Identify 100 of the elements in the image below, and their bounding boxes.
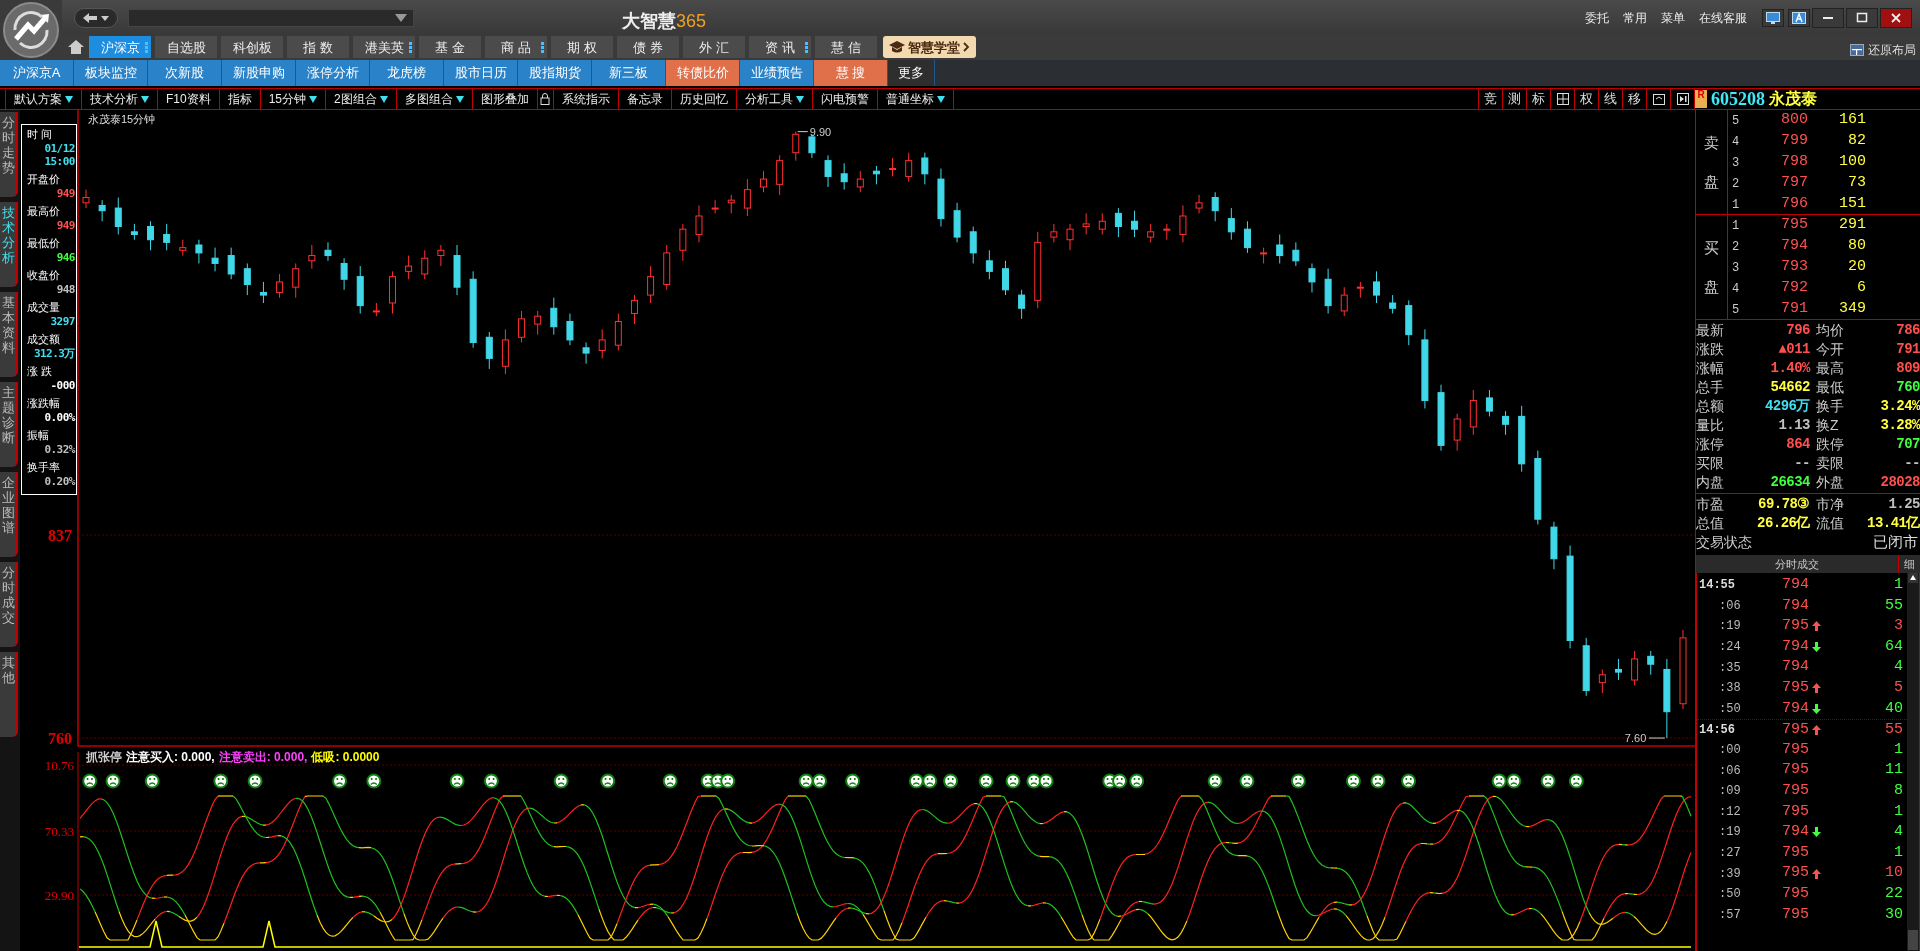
up-arrow-icon xyxy=(1811,621,1821,632)
font-button[interactable] xyxy=(1788,8,1810,27)
market-tab[interactable]: 商 品 xyxy=(485,36,547,58)
monitor-button[interactable] xyxy=(1762,8,1784,27)
toolbar-button[interactable]: 图形叠加 xyxy=(472,89,538,109)
menu-dots-icon xyxy=(409,42,412,53)
sub-tab[interactable]: 次新股 xyxy=(148,60,222,86)
quote-value: 69.78③ xyxy=(1757,495,1810,514)
order-price: 795 xyxy=(1780,215,1808,236)
monitor-icon xyxy=(1766,11,1780,24)
candle xyxy=(1582,637,1590,697)
sub-tab[interactable]: 龙虎榜 xyxy=(370,60,444,86)
market-tab[interactable]: 港美英 xyxy=(353,36,415,58)
side-tab[interactable]: 分时走势 xyxy=(0,112,18,197)
candle xyxy=(582,342,590,365)
tick-price: 794 xyxy=(1781,636,1809,657)
side-tab[interactable]: 主题诊断 xyxy=(0,382,18,467)
market-tab[interactable]: 债 券 xyxy=(617,36,679,58)
tick-time: :57 xyxy=(1718,906,1742,924)
candle xyxy=(356,265,364,315)
academy-button[interactable]: 智慧学堂 xyxy=(883,36,976,58)
market-tab[interactable]: 期 权 xyxy=(551,36,613,58)
chart-tool-button[interactable]: 移 xyxy=(1623,89,1647,109)
top-link[interactable]: 常用 xyxy=(1616,8,1654,27)
side-tab[interactable]: 其他 xyxy=(0,652,18,737)
restore-layout-button[interactable]: 还原布局 xyxy=(1868,41,1916,59)
close-button[interactable] xyxy=(1880,7,1912,28)
quote-value: 707 xyxy=(1895,435,1920,454)
candle xyxy=(437,244,445,267)
market-tab[interactable]: 慧 信 xyxy=(815,36,877,58)
sub-tab[interactable]: 更多 xyxy=(888,60,935,86)
market-tab[interactable]: 沪深京 xyxy=(89,36,151,58)
quote-value: 3.28% xyxy=(1879,416,1920,435)
sub-tab[interactable]: 股市日历 xyxy=(444,60,518,86)
order-price: 792 xyxy=(1780,278,1808,299)
order-volume: 151 xyxy=(1838,194,1866,215)
side-tab[interactable]: 基本资料 xyxy=(0,292,18,377)
market-tab[interactable]: 资 讯 xyxy=(749,36,811,58)
market-tab[interactable]: 指 数 xyxy=(287,36,349,58)
sub-tab[interactable]: 沪深京A xyxy=(0,60,74,86)
candle xyxy=(227,247,235,280)
quote-value: 796 xyxy=(1785,321,1810,340)
toolbar-button[interactable]: 默认方案 xyxy=(6,89,82,109)
market-tab[interactable]: 外 汇 xyxy=(683,36,745,58)
toolbar-button[interactable]: 2图组合 xyxy=(326,89,397,109)
chart-tool-button[interactable]: 权 xyxy=(1575,89,1599,109)
tick-volume: 4 xyxy=(1893,657,1904,678)
scroll-thumb[interactable] xyxy=(1908,930,1918,950)
quote-label: 外盘 xyxy=(1815,473,1845,492)
toolbar-button[interactable]: 普通坐标 xyxy=(877,89,954,109)
chart-tool-button[interactable]: 线 xyxy=(1599,89,1623,109)
market-tab[interactable]: 自选股 xyxy=(155,36,217,58)
side-tab[interactable]: 企业图谱 xyxy=(0,472,18,557)
toolbar-button[interactable]: 多图组合 xyxy=(396,89,473,109)
toolbar-button[interactable]: 闪电预警 xyxy=(812,89,878,109)
top-link[interactable]: 委托 xyxy=(1578,8,1616,27)
sub-tab[interactable]: 业绩预告 xyxy=(740,60,814,86)
sub-tab[interactable]: 新股申购 xyxy=(222,60,296,86)
top-link[interactable]: 菜单 xyxy=(1654,8,1692,27)
toolbar-button[interactable]: 技术分析 xyxy=(82,89,158,109)
graduation-cap-icon xyxy=(889,41,905,53)
sub-tab[interactable]: 股指期货 xyxy=(518,60,592,86)
maximize-button[interactable] xyxy=(1846,7,1878,28)
sub-tab[interactable]: 板块监控 xyxy=(74,60,148,86)
stock-name: 永茂泰 xyxy=(1769,89,1817,109)
back-button[interactable] xyxy=(74,7,118,28)
app-logo-icon xyxy=(2,1,60,59)
toolbar-button[interactable]: 历史回忆 xyxy=(671,89,737,109)
toolbar-button[interactable]: 备忘录 xyxy=(618,89,672,109)
side-tab[interactable]: 分时成交 xyxy=(0,562,18,647)
chart-tool-button[interactable]: 竞 xyxy=(1479,89,1503,109)
toolbar-button[interactable]: F10资料 xyxy=(158,89,220,109)
tick-time: :39 xyxy=(1718,865,1742,883)
dropdown-icon xyxy=(936,95,945,103)
info-label: 振幅 xyxy=(26,428,50,443)
sub-tab[interactable]: 涨停分析 xyxy=(296,60,370,86)
chart-tool-button[interactable]: 测 xyxy=(1503,89,1527,109)
side-tab[interactable]: 技术分析 xyxy=(0,202,18,287)
minimize-button[interactable] xyxy=(1812,7,1844,28)
sad-face-icon xyxy=(1026,773,1042,789)
toolbar-button[interactable]: 15分钟 xyxy=(260,89,327,109)
market-tab[interactable]: 基 金 xyxy=(419,36,481,58)
toolbar-button[interactable]: 分析工具 xyxy=(736,89,813,109)
lock-button[interactable] xyxy=(537,89,554,109)
sub-tab[interactable]: 新三板 xyxy=(592,60,666,86)
toolbar-button[interactable]: 指标 xyxy=(219,89,261,109)
scroll-bar[interactable] xyxy=(1907,573,1919,951)
sad-face-icon xyxy=(1491,773,1507,789)
info-label: 开盘价 xyxy=(26,172,61,187)
order-volume: 73 xyxy=(1847,173,1866,194)
search-field[interactable] xyxy=(128,8,414,27)
info-label: 时 间 xyxy=(26,127,54,142)
chart-tool-button[interactable]: 标 xyxy=(1527,89,1551,109)
market-tab[interactable]: 科创板 xyxy=(221,36,283,58)
sad-face-icon xyxy=(1506,773,1522,789)
top-link[interactable]: 在线客服 xyxy=(1692,8,1754,27)
dropdown-icon xyxy=(141,95,149,103)
stock-badge: R xyxy=(1695,90,1707,108)
quote-label: 今开 xyxy=(1815,340,1845,359)
toolbar-button[interactable]: 系统指示 xyxy=(553,89,619,109)
